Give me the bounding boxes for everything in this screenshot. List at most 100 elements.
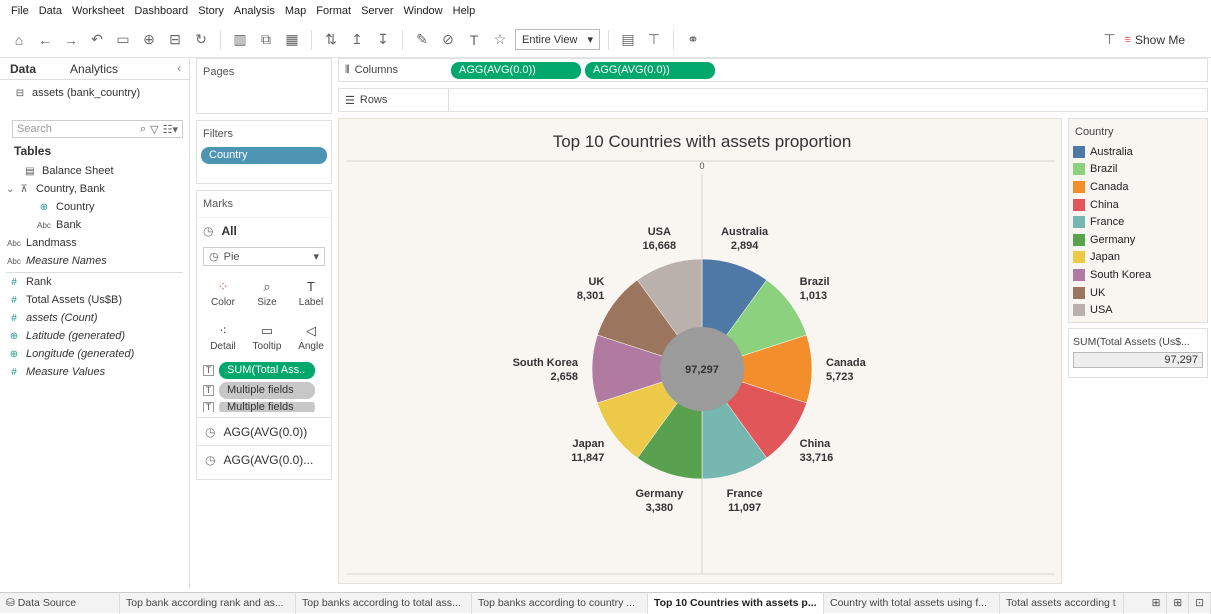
home-icon[interactable]: ⌂ <box>8 29 30 51</box>
refresh-icon[interactable]: ↻ <box>190 29 212 51</box>
save-icon[interactable]: ▭ <box>112 29 134 51</box>
marks-section[interactable]: ◷ AGG(AVG(0.0)... <box>197 445 331 473</box>
tab-data-source[interactable]: ⛁ Data Source <box>0 592 120 614</box>
highlight-icon[interactable]: ✎ <box>411 29 433 51</box>
label-icon: T <box>307 278 315 294</box>
sheet-tab[interactable]: Country with total assets using f... <box>824 592 1000 614</box>
undo-icon[interactable]: ↶ <box>86 29 108 51</box>
filter-icon[interactable]: ▽ <box>150 123 158 136</box>
menu-server[interactable]: Server <box>356 5 398 17</box>
legend-item[interactable]: Canada <box>1069 178 1207 196</box>
new-worksheet-tab-icon[interactable]: ⊞ <box>1146 592 1168 614</box>
sheet-tab[interactable]: Top 10 Countries with assets p... <box>648 592 824 614</box>
view-mode-select[interactable]: Entire View ▾ <box>515 29 600 50</box>
field-item[interactable]: ⊕ Country <box>0 198 189 216</box>
field-item[interactable]: ▤ Balance Sheet <box>0 162 189 180</box>
sort-desc-icon[interactable]: ↧ <box>372 29 394 51</box>
datasource-item[interactable]: ⊟ assets (bank_country) <box>0 84 189 102</box>
mark-pill[interactable]: Multiple fields <box>219 382 315 399</box>
size-label: Size <box>257 296 277 308</box>
menu-file[interactable]: File <box>6 5 34 17</box>
menu-worksheet[interactable]: Worksheet <box>67 5 129 17</box>
columns-shelf: ⫴ Columns AGG(AVG(0.0)) AGG(AVG(0.0)) <box>338 58 1208 82</box>
new-story-tab-icon[interactable]: ⊡ <box>1189 592 1211 614</box>
presentation-icon[interactable]: ⊤ <box>643 29 665 51</box>
sheet-tab[interactable]: Top bank according rank and as... <box>120 592 296 614</box>
show-me-button[interactable]: ≡ Show Me <box>1125 33 1185 47</box>
field-item[interactable]: Abc Bank <box>0 216 189 234</box>
mark-type-select[interactable]: ◷ Pie ▾ <box>203 247 325 266</box>
sort-asc-icon[interactable]: ↥ <box>346 29 368 51</box>
menu-window[interactable]: Window <box>399 5 448 17</box>
label-button[interactable]: T Label <box>291 274 331 312</box>
legend-item[interactable]: South Korea <box>1069 266 1207 284</box>
columns-label-wrap: ⫴ Columns <box>339 64 449 77</box>
legend-item[interactable]: Germany <box>1069 231 1207 249</box>
field-item[interactable]: # Rank <box>0 273 189 291</box>
legend-item[interactable]: UK <box>1069 284 1207 302</box>
new-worksheet-icon[interactable]: ▥ <box>229 29 251 51</box>
field-item[interactable]: Abc Landmass <box>0 234 189 252</box>
size-button[interactable]: ⌕ Size <box>247 274 287 312</box>
detail-button[interactable]: ⁖ Detail <box>203 318 243 356</box>
filter-pill-country[interactable]: Country <box>201 147 327 164</box>
columns-pill-2[interactable]: AGG(AVG(0.0)) <box>585 61 715 79</box>
field-item[interactable]: # Total Assets (Us$B) <box>0 291 189 309</box>
legend-item[interactable]: France <box>1069 213 1207 231</box>
marks-section-label: AGG(AVG(0.0)) <box>223 424 308 439</box>
share-icon[interactable]: ⚭ <box>682 29 704 51</box>
menu-help[interactable]: Help <box>448 5 481 17</box>
menu-format[interactable]: Format <box>311 5 356 17</box>
menu-data[interactable]: Data <box>34 5 67 17</box>
color-button[interactable]: ⁘ Color <box>203 274 243 312</box>
new-datasource-icon[interactable]: ⊕ <box>138 29 160 51</box>
new-dashboard-tab-icon[interactable]: ⊞ <box>1167 592 1190 614</box>
tooltip-icon[interactable]: ⊤ <box>1099 29 1121 51</box>
legend-item[interactable]: USA <box>1069 301 1207 319</box>
legend-item[interactable]: Brazil <box>1069 161 1207 179</box>
swap-icon[interactable]: ⇅ <box>320 29 342 51</box>
sheet-tab[interactable]: Top banks according to total ass... <box>296 592 472 614</box>
group-icon[interactable]: ⊘ <box>437 29 459 51</box>
legend-swatch <box>1073 198 1085 211</box>
menu-dashboard[interactable]: Dashboard <box>129 5 193 17</box>
tab-analytics[interactable]: Analytics <box>60 58 128 80</box>
mark-pill[interactable]: Multiple fields <box>219 402 315 412</box>
marks-all[interactable]: ◷ All <box>197 217 331 243</box>
back-icon[interactable]: ← <box>34 29 56 51</box>
sheet-tab[interactable]: Top banks according to country ... <box>472 592 648 614</box>
datasource-icon[interactable]: ⊟ <box>164 29 186 51</box>
cards-icon[interactable]: ▤ <box>617 29 639 51</box>
menu-analysis[interactable]: Analysis <box>229 5 280 17</box>
pages-card: Pages <box>196 58 332 114</box>
field-item[interactable]: ⌄ ⊼ Country, Bank <box>0 180 189 198</box>
menu-map[interactable]: Map <box>280 5 311 17</box>
duplicate-icon[interactable]: ⧉ <box>255 29 277 51</box>
sheet-tab[interactable]: Total assets according t <box>1000 592 1124 614</box>
clear-sheet-icon[interactable]: ▦ <box>281 29 303 51</box>
marks-section[interactable]: ◷ AGG(AVG(0.0)) <box>197 417 331 445</box>
legend-item[interactable]: Japan <box>1069 249 1207 267</box>
legend-item[interactable]: Australia <box>1069 143 1207 161</box>
field-item[interactable]: # assets (Count) <box>0 309 189 327</box>
label-icon[interactable]: T <box>463 29 485 51</box>
forward-icon[interactable]: → <box>60 29 82 51</box>
legend-item[interactable]: China <box>1069 196 1207 214</box>
field-item[interactable]: Abc Measure Names <box>0 252 189 270</box>
view-options-icon[interactable]: ☷▾ <box>163 123 178 136</box>
collapse-icon[interactable]: ‹ <box>177 63 189 75</box>
menu-story[interactable]: Story <box>193 5 229 17</box>
rows-shelf: ☰ Rows <box>338 88 1208 112</box>
field-item[interactable]: ⊕ Latitude (generated) <box>0 327 189 345</box>
search-input[interactable]: Search <box>17 123 136 135</box>
tooltip-button[interactable]: ▭ Tooltip <box>247 318 287 356</box>
field-item[interactable]: ⊕ Longitude (generated) <box>0 345 189 363</box>
chevron-down-icon[interactable]: ⌄ <box>6 184 16 195</box>
angle-button[interactable]: ◁ Angle <box>291 318 331 356</box>
tab-data[interactable]: Data <box>0 58 46 80</box>
mark-pill[interactable]: SUM(Total Ass.. <box>219 362 315 379</box>
columns-pill-1[interactable]: AGG(AVG(0.0)) <box>451 61 581 79</box>
field-label: Measure Values <box>26 366 106 378</box>
pin-icon[interactable]: ☆ <box>489 29 511 51</box>
field-item[interactable]: # Measure Values <box>0 363 189 381</box>
